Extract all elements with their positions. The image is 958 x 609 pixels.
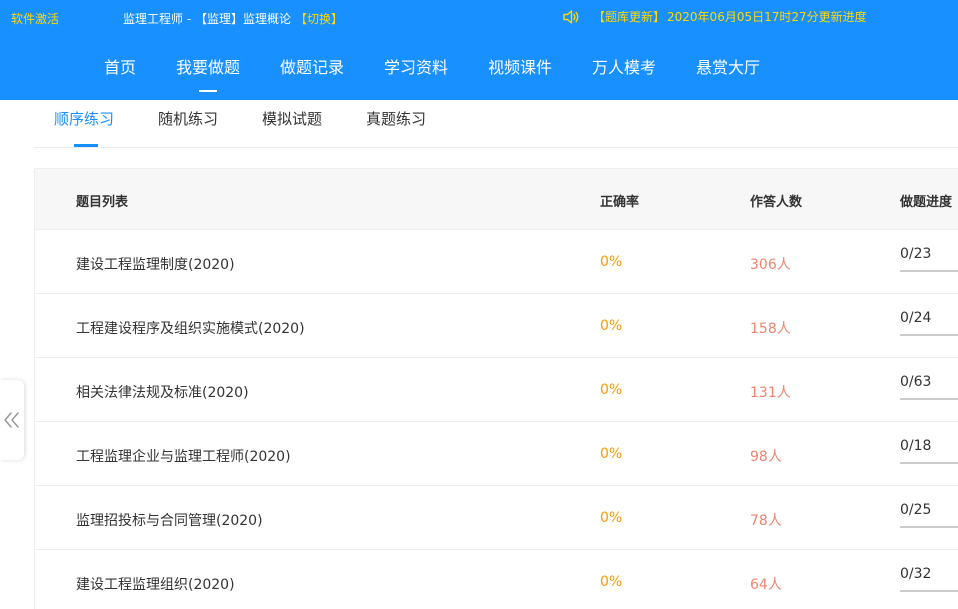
progress-value: 0/25 (900, 502, 958, 528)
table-row[interactable]: 工程监理企业与监理工程师(2020) 0% 98人 0/18 (35, 422, 958, 486)
table-row[interactable]: 相关法律法规及标准(2020) 0% 131人 0/63 (35, 358, 958, 422)
table-row[interactable]: 工程建设程序及组织实施模式(2020) 0% 158人 0/24 (35, 294, 958, 358)
respondent-count: 78人 (750, 513, 782, 529)
update-notice: 【题库更新】 2020年06月05日17时27分更新进度 (563, 8, 867, 25)
progress-value: 0/23 (900, 246, 958, 272)
column-header-list: 题目列表 (76, 195, 129, 210)
update-tag: 【题库更新】 (593, 10, 666, 24)
nav-item-bounty-hall[interactable]: 悬赏大厅 (696, 54, 760, 78)
column-header-accuracy: 正确率 (600, 195, 640, 210)
top-bar: 软件激活 监理工程师 - 【监理】监理概论 【切换】 【题库更新】 2020年06月… (0, 0, 958, 36)
course-name: 监理工程师 - 【监理】监理概论 (123, 12, 291, 26)
column-header-respondents: 作答人数 (750, 195, 803, 210)
course-title: 监理工程师 - 【监理】监理概论 【切换】 (123, 10, 343, 27)
accuracy-value: 0% (600, 446, 623, 462)
respondent-count: 158人 (750, 321, 791, 337)
question-set-title[interactable]: 建设工程监理制度(2020) (76, 254, 235, 274)
tab-past-exams[interactable]: 真题练习 (366, 108, 426, 129)
nav-item-home[interactable]: 首页 (104, 54, 136, 78)
accuracy-value: 0% (600, 510, 623, 526)
respondent-count: 131人 (750, 385, 791, 401)
sidebar-collapse-handle[interactable] (0, 380, 24, 460)
accuracy-value: 0% (600, 318, 623, 334)
table-row[interactable]: 建设工程监理制度(2020) 0% 306人 0/23 (35, 230, 958, 294)
respondent-count: 64人 (750, 577, 782, 593)
progress-value: 0/18 (900, 438, 958, 464)
nav-item-videos[interactable]: 视频课件 (488, 54, 552, 78)
accuracy-value: 0% (600, 574, 623, 590)
double-chevron-left-icon (4, 412, 19, 428)
tab-active-indicator (74, 144, 98, 147)
question-table: 题目列表 正确率 作答人数 做题进度 建设工程监理制度(2020) 0% 306… (34, 168, 958, 609)
progress-value: 0/24 (900, 310, 958, 336)
accuracy-value: 0% (600, 382, 623, 398)
main-nav: 首页 我要做题 做题记录 学习资料 视频课件 万人模考 悬赏大厅 (0, 54, 958, 94)
question-set-title[interactable]: 相关法律法规及标准(2020) (76, 382, 249, 402)
table-header: 题目列表 正确率 作答人数 做题进度 (35, 169, 958, 230)
question-set-title[interactable]: 工程监理企业与监理工程师(2020) (76, 446, 291, 466)
column-header-progress: 做题进度 (900, 195, 953, 210)
table-row[interactable]: 监理招投标与合同管理(2020) 0% 78人 0/25 (35, 486, 958, 550)
nav-item-practice[interactable]: 我要做题 (176, 54, 240, 78)
progress-value: 0/63 (900, 374, 958, 400)
question-set-title[interactable]: 建设工程监理组织(2020) (76, 574, 235, 594)
table-row[interactable]: 建设工程监理组织(2020) 0% 64人 0/32 (35, 550, 958, 609)
tab-sequential-practice[interactable]: 顺序练习 (54, 108, 114, 129)
nav-active-indicator (199, 90, 217, 92)
speaker-icon (563, 9, 579, 24)
nav-item-mock-exam[interactable]: 万人模考 (592, 54, 656, 78)
update-text: 2020年06月05日17时27分更新进度 (667, 10, 867, 24)
respondent-count: 98人 (750, 449, 782, 465)
switch-course-link[interactable]: 【切换】 (295, 12, 343, 26)
tab-mock-test[interactable]: 模拟试题 (262, 108, 322, 129)
question-set-title[interactable]: 监理招投标与合同管理(2020) (76, 510, 263, 530)
accuracy-value: 0% (600, 254, 623, 270)
nav-item-records[interactable]: 做题记录 (280, 54, 344, 78)
activate-link[interactable]: 软件激活 (11, 10, 59, 27)
progress-value: 0/32 (900, 566, 958, 592)
app-header: 软件激活 监理工程师 - 【监理】监理概论 【切换】 【题库更新】 2020年06月… (0, 0, 958, 100)
respondent-count: 306人 (750, 257, 791, 273)
question-set-title[interactable]: 工程建设程序及组织实施模式(2020) (76, 318, 305, 338)
nav-item-materials[interactable]: 学习资料 (384, 54, 448, 78)
practice-tabs: 顺序练习 随机练习 模拟试题 真题练习 (34, 100, 958, 148)
tab-random-practice[interactable]: 随机练习 (158, 108, 218, 129)
